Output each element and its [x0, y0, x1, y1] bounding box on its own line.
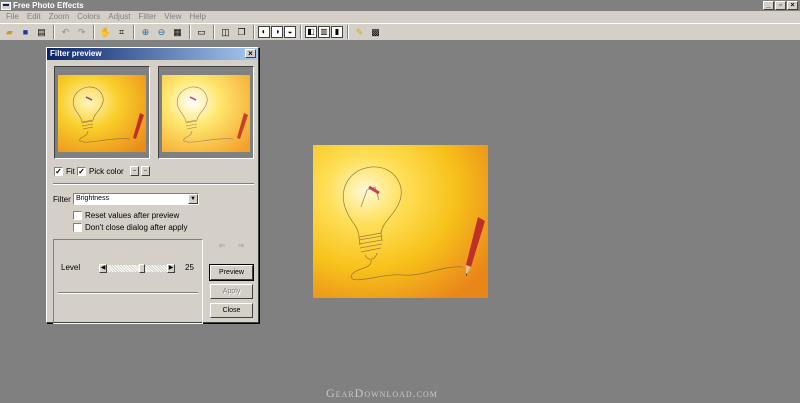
canvas-image	[313, 145, 488, 298]
close-icon[interactable]: ×	[787, 1, 798, 10]
effect-3-icon[interactable]: ◒	[284, 26, 296, 38]
reset-values-checkbox[interactable]: Reset values after preview	[73, 211, 179, 220]
contrast-icon[interactable]: ◧	[305, 26, 317, 38]
undo-icon[interactable]: ↶	[58, 25, 73, 39]
menu-view[interactable]: View	[160, 11, 185, 23]
dialog-title-bar: Filter preview ×	[47, 48, 258, 60]
dropdown-arrow-icon[interactable]: ▼	[188, 194, 198, 204]
fit-width-icon[interactable]: ◫	[218, 25, 233, 39]
toolbar-separator	[253, 25, 255, 39]
filter-preview-dialog: Filter preview × ✓ Fit ✓ Pick color Filt…	[46, 47, 259, 324]
apply-button[interactable]: Apply	[210, 284, 253, 299]
toolbar-separator	[189, 25, 191, 39]
color-picker-icon[interactable]: ✎	[352, 25, 367, 39]
level-label: Level	[61, 263, 81, 272]
dont-close-checkbox[interactable]: Don't close dialog after apply	[73, 223, 187, 232]
image-size-icon[interactable]: ▭	[194, 25, 209, 39]
zoom-in-icon[interactable]: ⊕	[138, 25, 153, 39]
redo-icon[interactable]: ↷	[74, 25, 89, 39]
slider-thumb[interactable]	[139, 264, 146, 273]
separator	[58, 292, 198, 294]
toolbar-separator	[213, 25, 215, 39]
dialog-title: Filter preview	[50, 49, 102, 58]
toolbar-separator	[53, 25, 55, 39]
effect-1-icon[interactable]: ◐	[258, 26, 270, 38]
pick-color-checkmark-icon: ✓	[77, 167, 86, 176]
menu-edit[interactable]: Edit	[23, 11, 45, 23]
window-controls: _ ▫ ×	[763, 1, 798, 10]
open-folder-icon[interactable]: ▰	[2, 25, 17, 39]
level-value: 25	[185, 263, 194, 272]
dont-close-label: Don't close dialog after apply	[85, 223, 188, 232]
title-bar: Free Photo Effects _ ▫ ×	[0, 0, 800, 11]
slider-right-arrow-icon[interactable]: ▶	[167, 264, 175, 273]
menu-filter[interactable]: Filter	[135, 11, 161, 23]
fit-label: Fit	[66, 167, 75, 176]
slider-left-arrow-icon[interactable]: ◀	[99, 264, 107, 273]
toolbar: ▰ ■ ▤ ↶ ↷ ✋ ⌗ ⊕ ⊖ ▦ ▭ ◫ ❐ ◐ ◑ ◒ ◧ ▥ ▮ ✎ …	[0, 23, 800, 41]
restore-icon[interactable]: ▫	[775, 1, 786, 10]
watermark: GearDownload.com	[326, 386, 438, 400]
zoom-out-icon[interactable]: ⊖	[154, 25, 169, 39]
pick-color-checkbox[interactable]: ✓ Pick color	[77, 167, 124, 176]
reset-values-box	[73, 211, 82, 220]
stripes-icon[interactable]: ▥	[318, 26, 330, 38]
menu-bar: File Edit Zoom Colors Adjust Filter View…	[0, 11, 800, 23]
filter-label: Filter	[53, 195, 71, 204]
actual-size-icon[interactable]: ▦	[170, 25, 185, 39]
grid-icon[interactable]: ▩	[368, 25, 383, 39]
effect-2-icon[interactable]: ◑	[271, 26, 283, 38]
history-back-icon[interactable]: ⇐	[217, 241, 227, 250]
fit-checkbox[interactable]: ✓ Fit	[54, 167, 75, 176]
minimize-icon[interactable]: _	[763, 1, 774, 10]
menu-colors[interactable]: Colors	[73, 11, 104, 23]
history-forward-icon[interactable]: ⇒	[236, 241, 246, 250]
pick-color-button-2[interactable]	[141, 166, 150, 176]
level-slider[interactable]: ◀ ▶	[99, 264, 175, 273]
reset-values-label: Reset values after preview	[85, 211, 180, 220]
save-icon[interactable]: ■	[18, 25, 33, 39]
close-button[interactable]: Close	[210, 303, 253, 318]
original-preview	[54, 66, 150, 159]
toolbar-separator	[347, 25, 349, 39]
menu-zoom[interactable]: Zoom	[45, 11, 73, 23]
menu-file[interactable]: File	[2, 11, 23, 23]
toolbar-separator	[93, 25, 95, 39]
window-title: Free Photo Effects	[13, 0, 84, 10]
dont-close-box	[73, 223, 82, 232]
menu-adjust[interactable]: Adjust	[104, 11, 134, 23]
original-preview-image	[58, 75, 146, 152]
levels-icon[interactable]: ▮	[331, 26, 343, 38]
filtered-preview-image	[162, 75, 250, 152]
pick-color-label: Pick color	[89, 167, 124, 176]
preview-button[interactable]: Preview	[209, 264, 254, 281]
copy-icon[interactable]: ❐	[234, 25, 249, 39]
toolbar-separator	[133, 25, 135, 39]
pick-color-button-1[interactable]	[130, 166, 139, 176]
app-icon	[1, 1, 11, 10]
toolbar-separator	[300, 25, 302, 39]
separator	[53, 183, 254, 185]
hand-icon[interactable]: ✋	[98, 25, 113, 39]
print-icon[interactable]: ▤	[34, 25, 49, 39]
menu-help[interactable]: Help	[185, 11, 209, 23]
crop-icon[interactable]: ⌗	[114, 25, 129, 39]
filtered-preview	[158, 66, 254, 159]
filter-select[interactable]: Brightness ▼	[73, 193, 199, 205]
filter-select-value: Brightness	[76, 195, 110, 202]
parameters-group	[53, 239, 203, 324]
slider-track[interactable]	[107, 265, 167, 272]
fit-checkmark-icon: ✓	[54, 167, 63, 176]
dialog-close-icon[interactable]: ×	[245, 49, 256, 58]
